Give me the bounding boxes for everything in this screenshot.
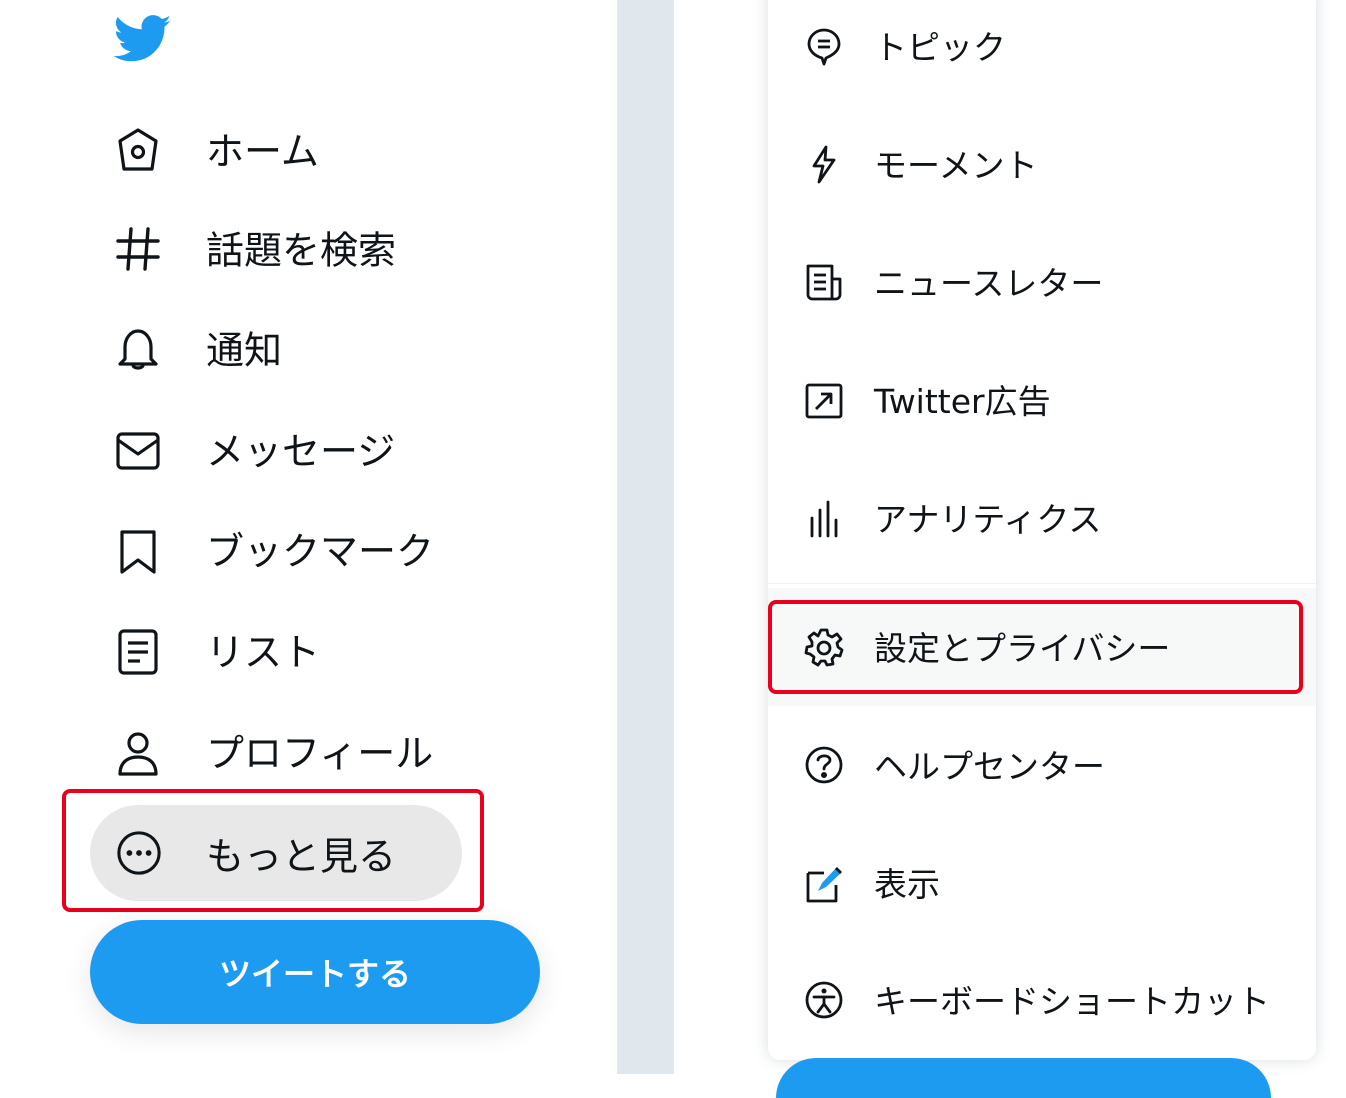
person-icon bbox=[118, 732, 158, 776]
list-icon bbox=[118, 629, 158, 675]
help-icon bbox=[805, 746, 843, 784]
home-icon bbox=[118, 128, 158, 171]
menu-item-topics[interactable]: トピック bbox=[768, 0, 1316, 95]
nav-lists[interactable]: リスト bbox=[90, 601, 490, 697]
menu-item-analytics[interactable]: アナリティクス bbox=[768, 467, 1316, 567]
analytics-bars-icon bbox=[810, 500, 838, 538]
nav-messages-label: メッセージ bbox=[206, 429, 396, 474]
nav-home[interactable]: ホーム bbox=[90, 100, 490, 196]
highlight-box-more bbox=[62, 789, 484, 912]
panel-gutter bbox=[617, 0, 674, 1074]
newsletter-icon bbox=[806, 264, 842, 301]
menu-item-display[interactable]: 表示 bbox=[768, 832, 1316, 932]
nav-explore[interactable]: 話題を検索 bbox=[90, 199, 490, 295]
display-brush-icon bbox=[806, 867, 842, 903]
nav-bookmarks[interactable]: ブックマーク bbox=[90, 500, 490, 596]
nav-home-label: ホーム bbox=[206, 129, 319, 174]
lightning-icon bbox=[812, 145, 836, 184]
menu-item-newsletters-label: ニュースレター bbox=[874, 264, 1104, 303]
menu-item-moments[interactable]: モーメント bbox=[768, 113, 1316, 213]
external-arrow-icon bbox=[805, 383, 843, 419]
tweet-button[interactable]: ツイートする bbox=[90, 920, 540, 1024]
nav-explore-label: 話題を検索 bbox=[206, 228, 397, 273]
menu-item-help-center-label: ヘルプセンター bbox=[874, 747, 1105, 786]
menu-item-display-label: 表示 bbox=[874, 865, 940, 904]
nav-profile-label: プロフィール bbox=[206, 731, 434, 776]
envelope-icon bbox=[116, 432, 160, 470]
menu-item-twitter-ads[interactable]: Twitter広告 bbox=[768, 349, 1316, 449]
partial-blue-button[interactable] bbox=[776, 1058, 1271, 1098]
menu-item-keyboard-shortcuts-label: キーボードショートカット bbox=[874, 982, 1270, 1021]
menu-item-help-center[interactable]: ヘルプセンター bbox=[768, 714, 1316, 814]
menu-item-topics-label: トピック bbox=[874, 28, 1006, 67]
nav-notifications-label: 通知 bbox=[206, 328, 283, 373]
menu-item-keyboard-shortcuts[interactable]: キーボードショートカット bbox=[768, 949, 1316, 1049]
bell-icon bbox=[118, 329, 158, 370]
menu-item-moments-label: モーメント bbox=[874, 146, 1038, 185]
nav-bookmarks-label: ブックマーク bbox=[206, 529, 435, 574]
nav-notifications[interactable]: 通知 bbox=[90, 299, 490, 395]
accessibility-icon bbox=[805, 981, 843, 1019]
nav-profile[interactable]: プロフィール bbox=[90, 702, 490, 798]
menu-item-analytics-label: アナリティクス bbox=[874, 500, 1102, 539]
bookmark-icon bbox=[120, 530, 156, 574]
twitter-bird-icon[interactable] bbox=[114, 14, 172, 64]
nav-lists-label: リスト bbox=[206, 630, 321, 675]
menu-divider bbox=[768, 583, 1316, 584]
nav-messages[interactable]: メッセージ bbox=[90, 400, 490, 496]
topic-icon bbox=[807, 28, 841, 66]
hashtag-icon bbox=[116, 227, 160, 271]
menu-item-twitter-ads-label: Twitter広告 bbox=[874, 382, 1051, 421]
highlight-box-settings bbox=[768, 600, 1303, 694]
menu-item-newsletters[interactable]: ニュースレター bbox=[768, 231, 1316, 331]
